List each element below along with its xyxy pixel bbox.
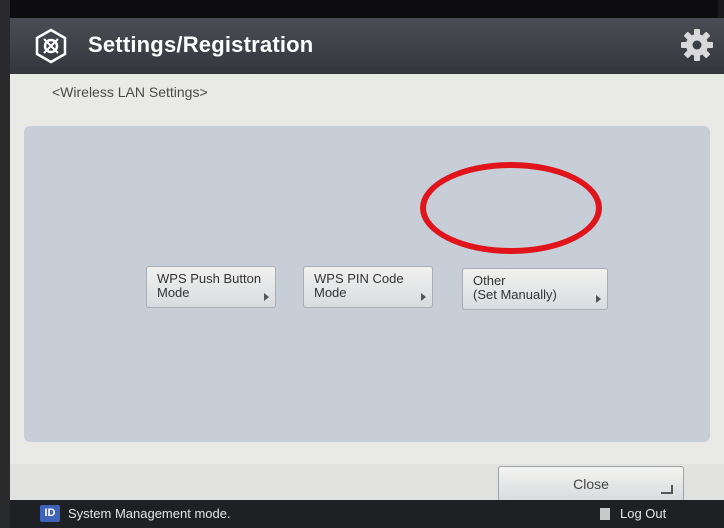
page-title: Settings/Registration bbox=[88, 32, 314, 57]
other-set-manually-label: Other (Set Manually) bbox=[473, 273, 557, 302]
wps-push-button-mode-label: WPS Push Button Mode bbox=[157, 271, 262, 300]
footer-bar: Close bbox=[10, 464, 724, 502]
wps-push-button-mode-button[interactable]: WPS Push Button Mode bbox=[146, 266, 276, 308]
status-bar: ID System Management mode. Log Out bbox=[10, 500, 724, 528]
logout-button[interactable]: Log Out bbox=[620, 506, 666, 521]
logout-icon[interactable] bbox=[600, 508, 610, 520]
main-screen: <Wireless LAN Settings> WPS Push Button … bbox=[10, 74, 724, 464]
other-set-manually-button[interactable]: Other (Set Manually) bbox=[462, 268, 608, 310]
device-bezel-left bbox=[0, 0, 10, 528]
id-badge-icon: ID bbox=[40, 505, 60, 522]
arrow-right-icon bbox=[264, 293, 269, 301]
arrow-right-icon bbox=[596, 295, 601, 303]
return-arrow-icon bbox=[661, 485, 673, 494]
close-button-label: Close bbox=[573, 476, 609, 492]
wps-pin-code-mode-button[interactable]: WPS PIN Code Mode bbox=[303, 266, 433, 308]
wps-pin-code-mode-label: WPS PIN Code Mode bbox=[314, 271, 404, 300]
gear-icon[interactable] bbox=[680, 28, 714, 62]
options-panel: WPS Push Button Mode WPS PIN Code Mode O… bbox=[24, 126, 710, 442]
arrow-right-icon bbox=[421, 293, 426, 301]
status-message: System Management mode. bbox=[68, 506, 231, 521]
breadcrumb: <Wireless LAN Settings> bbox=[52, 84, 208, 100]
title-bar: Settings/Registration bbox=[10, 18, 724, 74]
close-button[interactable]: Close bbox=[498, 466, 684, 502]
settings-registration-icon bbox=[35, 28, 67, 64]
